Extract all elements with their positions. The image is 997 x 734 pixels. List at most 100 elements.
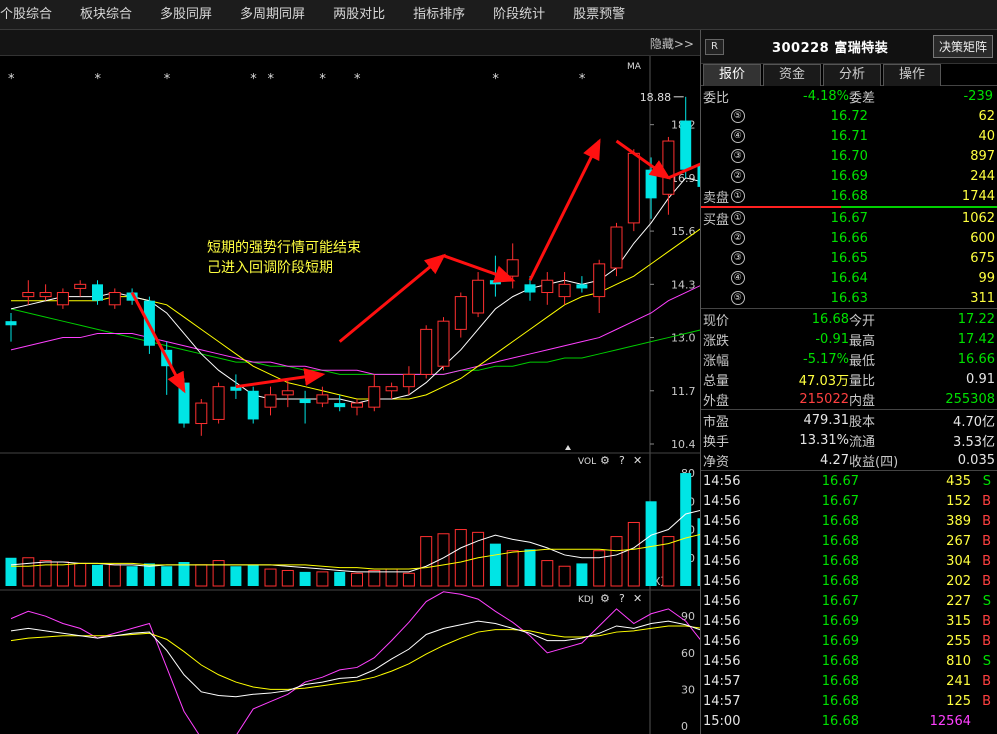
kline-chart[interactable]: 18.216.915.614.313.011.710.4MA*********1… — [0, 56, 700, 734]
candle-body — [92, 284, 103, 301]
volume-bar — [247, 564, 259, 586]
quote-label: 涨跌 — [703, 333, 730, 349]
sell-volume: 40 — [978, 128, 996, 144]
quote-value: 16.68 — [811, 311, 849, 327]
menu-tab-1[interactable]: 板块综合 — [66, 0, 146, 30]
kdj-label: KDJ — [578, 595, 594, 605]
menu-tab-3[interactable]: 多周期同屏 — [226, 0, 319, 30]
help-icon: ? — [619, 454, 625, 467]
volume-bar — [22, 557, 35, 587]
tick-price: 16.68 — [821, 653, 859, 669]
candle-body — [645, 169, 657, 199]
tick-row: 14:56 16.68 202 B — [701, 571, 997, 591]
tick-price: 16.68 — [821, 693, 859, 709]
buy-level-row: ⑤ 16.63 311 — [701, 288, 997, 308]
tick-direction: S — [982, 593, 991, 609]
tick-price: 16.68 — [821, 533, 859, 549]
fund-value: 0.035 — [957, 452, 995, 468]
decision-matrix-button[interactable]: 决策矩阵 — [932, 35, 993, 58]
buy-price: 16.67 — [830, 210, 868, 226]
volume-bar — [108, 564, 121, 587]
tick-direction: B — [982, 533, 991, 549]
sell-side-label: 卖盘 — [703, 190, 730, 206]
candle-body — [195, 402, 208, 425]
sell-level-row: 卖盘 ① 16.68 1744 — [701, 186, 997, 206]
tab-1[interactable]: 资金 — [763, 64, 821, 86]
tick-row: 14:56 16.67 152 B — [701, 491, 997, 511]
tick-volume: 202 — [946, 573, 971, 589]
volume-bar — [334, 571, 346, 586]
event-star-icon: * — [492, 72, 499, 87]
fund-value: 4.27 — [820, 452, 849, 468]
candle-body — [368, 386, 381, 408]
tick-volume: 152 — [946, 493, 971, 509]
quote-row: 涨幅 -5.17% 最低 16.66 — [701, 349, 997, 369]
tick-row: 14:56 16.69 315 B — [701, 611, 997, 631]
quote-row: 总量 47.03万 量比 0.91 — [701, 369, 997, 389]
buy-side-label: 买盘 — [703, 212, 730, 228]
candle-body — [281, 390, 294, 396]
trend-arrow — [338, 253, 446, 343]
volume-bar — [230, 566, 242, 586]
trend-arrow — [615, 139, 671, 180]
event-star-icon: * — [354, 72, 361, 87]
tick-row: 14:56 16.68 267 B — [701, 531, 997, 551]
sell-price: 16.69 — [830, 168, 868, 184]
tab-0[interactable]: 报价 — [703, 64, 761, 86]
tab-3[interactable]: 操作 — [883, 64, 941, 86]
close-icon: ✕ — [633, 592, 642, 605]
volume-bar — [368, 569, 381, 587]
tick-price: 16.67 — [821, 493, 859, 509]
volume-bar — [402, 572, 415, 587]
tick-direction: B — [982, 693, 991, 709]
kdj-j-line — [10, 591, 700, 734]
candle-body — [247, 390, 259, 420]
volume-bar — [610, 536, 623, 587]
tick-volume: 304 — [946, 553, 971, 569]
kdj-tick-label: 0 — [681, 720, 688, 733]
buy-volume: 311 — [970, 290, 996, 306]
gear-icon: ⚙ — [600, 454, 610, 467]
tick-volume: 227 — [946, 593, 971, 609]
quote-label: 量比 — [849, 373, 876, 389]
menu-tab-6[interactable]: 阶段统计 — [479, 0, 559, 30]
quote-value: 17.42 — [957, 331, 995, 347]
tick-price: 16.67 — [821, 473, 859, 489]
volume-bar — [645, 501, 657, 586]
menu-tab-0[interactable]: 个股综合 — [0, 0, 66, 30]
tick-time: 14:57 — [703, 673, 741, 689]
hide-toggle-button[interactable]: 隐藏>> — [650, 35, 694, 52]
chart-header-bar: 隐藏>> — [0, 30, 700, 56]
tick-price: 16.68 — [821, 573, 859, 589]
tick-direction: B — [982, 633, 991, 649]
buy-volume: 1062 — [961, 210, 996, 226]
event-star-icon: * — [319, 72, 326, 87]
help-icon: ? — [619, 592, 625, 605]
quote-value: 215022 — [799, 391, 849, 407]
menu-tab-7[interactable]: 股票预警 — [559, 0, 639, 30]
tab-2[interactable]: 分析 — [823, 64, 881, 86]
quote-value: 16.66 — [957, 351, 995, 367]
buy-volume: 600 — [970, 230, 996, 246]
menu-tab-4[interactable]: 两股对比 — [319, 0, 399, 30]
committee-diff: -239 — [963, 88, 993, 104]
volume-bar — [351, 572, 363, 587]
quote-label: 总量 — [703, 373, 730, 389]
buy-volume: 675 — [970, 250, 996, 266]
volume-bar — [195, 564, 208, 587]
candle-body — [662, 140, 675, 195]
volume-bar — [92, 564, 103, 586]
volume-bar — [576, 563, 588, 586]
volume-bar — [593, 550, 606, 587]
vol-label: VOL — [578, 457, 596, 467]
tick-row: 14:57 16.68 241 B — [701, 671, 997, 691]
event-star-icon: * — [579, 72, 586, 87]
panel-tabs: 报价 资金 分析 操作 — [701, 64, 997, 86]
fundamentals: 市盈 479.31 股本 4.70亿 换手 13.31% 流通 3.53亿 净资 4.27 收益(四… — [701, 409, 997, 470]
candle-body — [576, 284, 588, 289]
menu-tab-2[interactable]: 多股同屏 — [146, 0, 226, 30]
fund-value: 3.53亿 — [953, 434, 995, 450]
tick-volume: 12564 — [929, 713, 971, 729]
tick-price: 16.67 — [821, 593, 859, 609]
menu-tab-5[interactable]: 指标排序 — [399, 0, 479, 30]
